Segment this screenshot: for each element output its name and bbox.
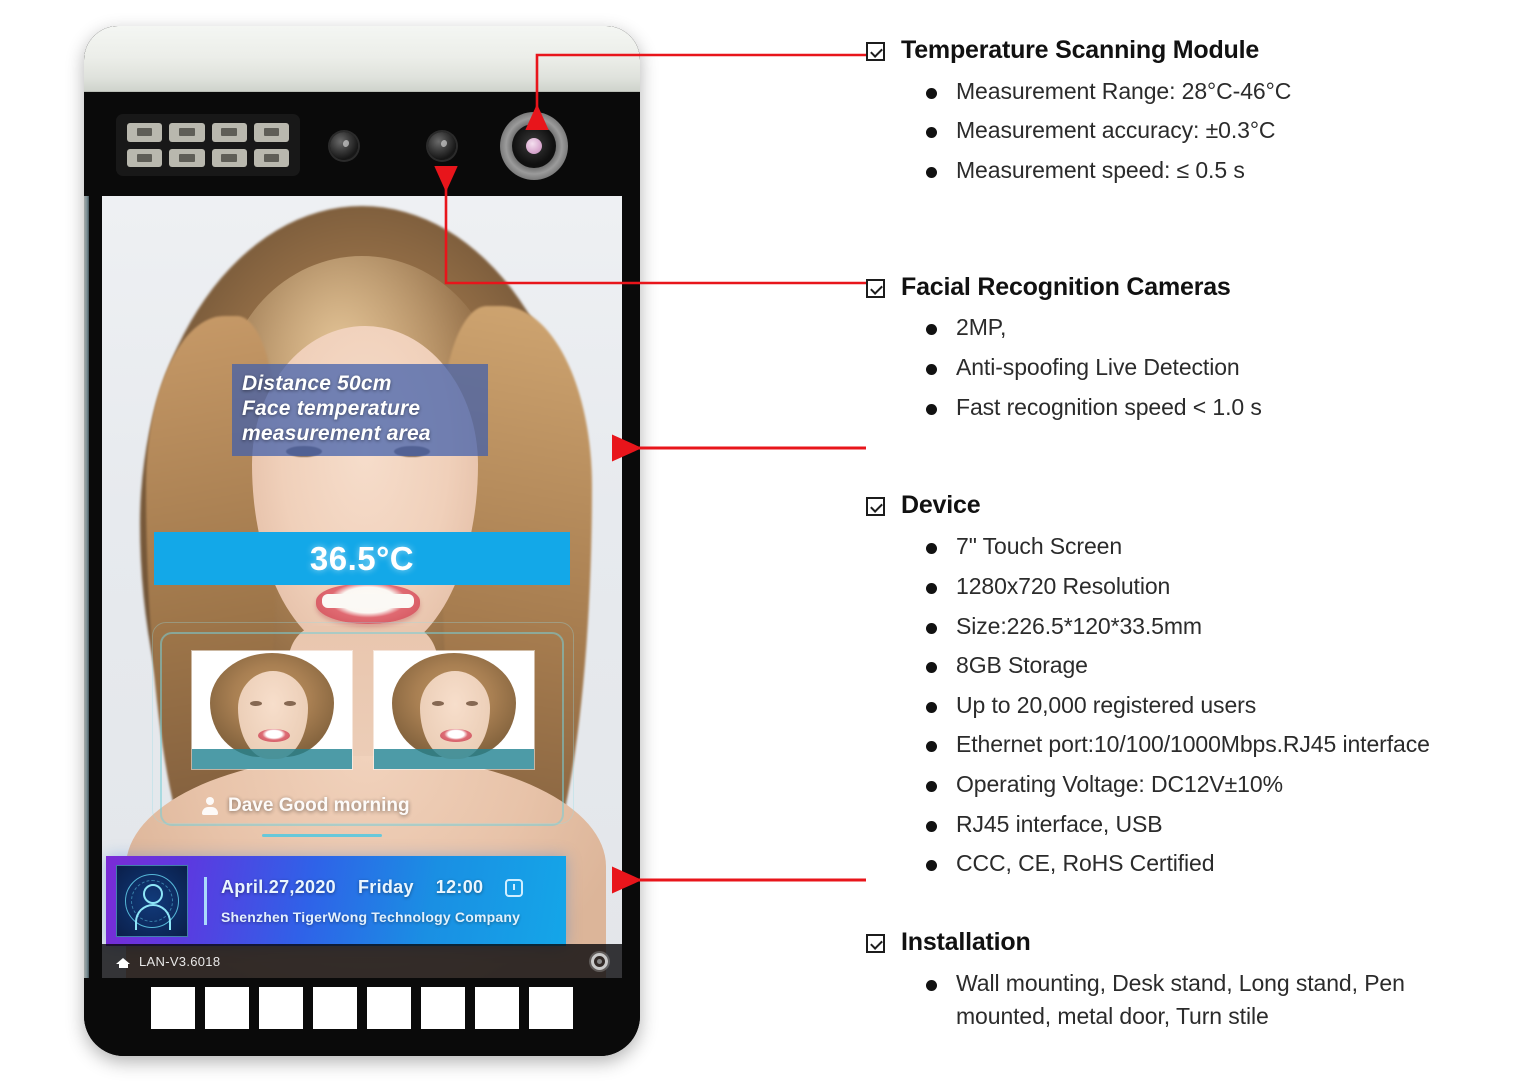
recognized-user-greeting: Dave Good morning	[202, 791, 522, 821]
spec-list-item: 8GB Storage	[920, 649, 1486, 682]
distance-line-2: Face temperature	[242, 397, 421, 421]
spec-block-installation: Installation Wall mounting, Desk stand, …	[866, 926, 1486, 1032]
checkbox-checked-icon	[866, 42, 885, 61]
fill-light	[313, 987, 357, 1029]
spec-list-item: 2MP,	[920, 311, 1486, 344]
checkbox-checked-icon	[866, 497, 885, 517]
alarm-clock-icon[interactable]	[505, 878, 524, 897]
spec-list-item: CCC, CE, RoHS Certified	[920, 847, 1486, 880]
spec-heading-row: Installation	[866, 926, 1486, 960]
distance-instruction-overlay: Distance 50cm Face temperature measureme…	[232, 364, 488, 456]
hud-accent-line	[262, 834, 382, 837]
registered-face-thumbnail	[374, 651, 534, 769]
spec-list-item: Size:226.5*120*33.5mm	[920, 610, 1486, 643]
widget-text-block: April.27,2020 Friday 12:00 Shenzhen Tige…	[204, 877, 524, 925]
spec-heading-row: Device	[866, 489, 1486, 523]
widget-weekday: Friday	[357, 877, 414, 897]
fill-light	[529, 987, 573, 1029]
ir-led-array-icon	[116, 114, 300, 176]
spec-item-list: 7" Touch Screen 1280x720 Resolution Size…	[920, 530, 1486, 880]
distance-line-1: Distance 50cm	[242, 372, 392, 395]
checkbox-checked-icon	[866, 278, 885, 298]
diagram-root: Distance 50cm Face temperature measureme…	[0, 0, 1536, 1086]
spec-title: Device	[901, 491, 981, 520]
widget-date: April.27,2020	[221, 877, 336, 897]
spec-block-temperature-scanning-module: Temperature Scanning Module Measurement …	[866, 34, 1486, 187]
device-top-cap	[84, 26, 640, 92]
temperature-sensor-icon	[500, 112, 568, 180]
fill-light	[205, 987, 249, 1029]
camera-lens-icon-right	[428, 132, 456, 160]
face-scan-icon	[116, 865, 188, 937]
device-screen[interactable]: Distance 50cm Face temperature measureme…	[102, 196, 622, 978]
spec-list-item: Measurement speed: ≤ 0.5 s	[920, 154, 1486, 187]
status-bar-left: LAN-V3.6018	[116, 954, 220, 969]
greeting-text: Dave Good morning	[228, 795, 410, 816]
spec-list-item: Fast recognition speed < 1.0 s	[920, 391, 1486, 424]
spec-list-item: RJ45 interface, USB	[920, 808, 1486, 841]
home-icon[interactable]	[116, 955, 131, 968]
device-status-bar: LAN-V3.6018	[102, 944, 622, 978]
temperature-reading-banner: 36.5°C	[154, 532, 570, 585]
distance-line-3: measurement area	[242, 422, 431, 446]
fill-light	[151, 987, 195, 1029]
gear-icon[interactable]	[591, 952, 608, 970]
widget-company-name: Shenzhen TigerWong Technology Company	[221, 909, 521, 925]
spec-list-item: Ethernet port:10/100/1000Mbps.RJ45 inter…	[920, 728, 1486, 761]
spec-title: Installation	[901, 928, 1031, 957]
spec-heading-row: Temperature Scanning Module	[866, 34, 1486, 68]
specification-panel: Temperature Scanning Module Measurement …	[866, 34, 1486, 1050]
spec-title: Facial Recognition Cameras	[901, 272, 1231, 301]
spec-title: Temperature Scanning Module	[901, 36, 1260, 64]
fill-light	[475, 987, 519, 1029]
device-body: Distance 50cm Face temperature measureme…	[84, 26, 640, 1056]
spec-list-item: Wall mounting, Desk stand, Long stand, P…	[920, 967, 1486, 1032]
fill-light	[259, 987, 303, 1029]
spec-list-item: 7" Touch Screen	[920, 530, 1486, 563]
spec-list-item: Measurement accuracy: ±0.3°C	[920, 114, 1486, 147]
spec-item-list: 2MP, Anti-spoofing Live Detection Fast r…	[920, 311, 1486, 423]
device-illustration: Distance 50cm Face temperature measureme…	[84, 26, 640, 1056]
device-top-bezel	[84, 92, 640, 196]
checkbox-checked-icon	[866, 934, 885, 954]
spec-item-list: Wall mounting, Desk stand, Long stand, P…	[920, 967, 1486, 1032]
spec-item-list: Measurement Range: 28°C-46°C Measurement…	[920, 75, 1486, 187]
face-thumbnail-pair	[192, 651, 534, 769]
spec-list-item: Anti-spoofing Live Detection	[920, 351, 1486, 384]
spec-list-item: 1280x720 Resolution	[920, 570, 1486, 603]
widget-datetime-row: April.27,2020 Friday 12:00	[221, 877, 524, 898]
datetime-company-widget: April.27,2020 Friday 12:00 Shenzhen Tige…	[106, 856, 566, 946]
spec-block-device: Device 7" Touch Screen 1280x720 Resoluti…	[866, 489, 1486, 880]
spec-list-item: Measurement Range: 28°C-46°C	[920, 75, 1486, 108]
person-icon	[202, 797, 218, 815]
firmware-version-label: LAN-V3.6018	[139, 953, 221, 969]
fill-light	[367, 987, 411, 1029]
widget-time: 12:00	[435, 877, 484, 897]
spec-list-item: Operating Voltage: DC12V±10%	[920, 768, 1486, 801]
spec-list-item: Up to 20,000 registered users	[920, 689, 1486, 722]
spec-heading-row: Facial Recognition Cameras	[866, 271, 1486, 305]
camera-lens-icon-left	[330, 132, 358, 160]
device-left-edge	[84, 96, 89, 986]
device-bottom-bezel	[84, 978, 640, 1056]
spec-block-facial-recognition-cameras: Facial Recognition Cameras 2MP, Anti-spo…	[866, 271, 1486, 424]
fill-light	[421, 987, 465, 1029]
captured-face-thumbnail	[192, 651, 352, 769]
